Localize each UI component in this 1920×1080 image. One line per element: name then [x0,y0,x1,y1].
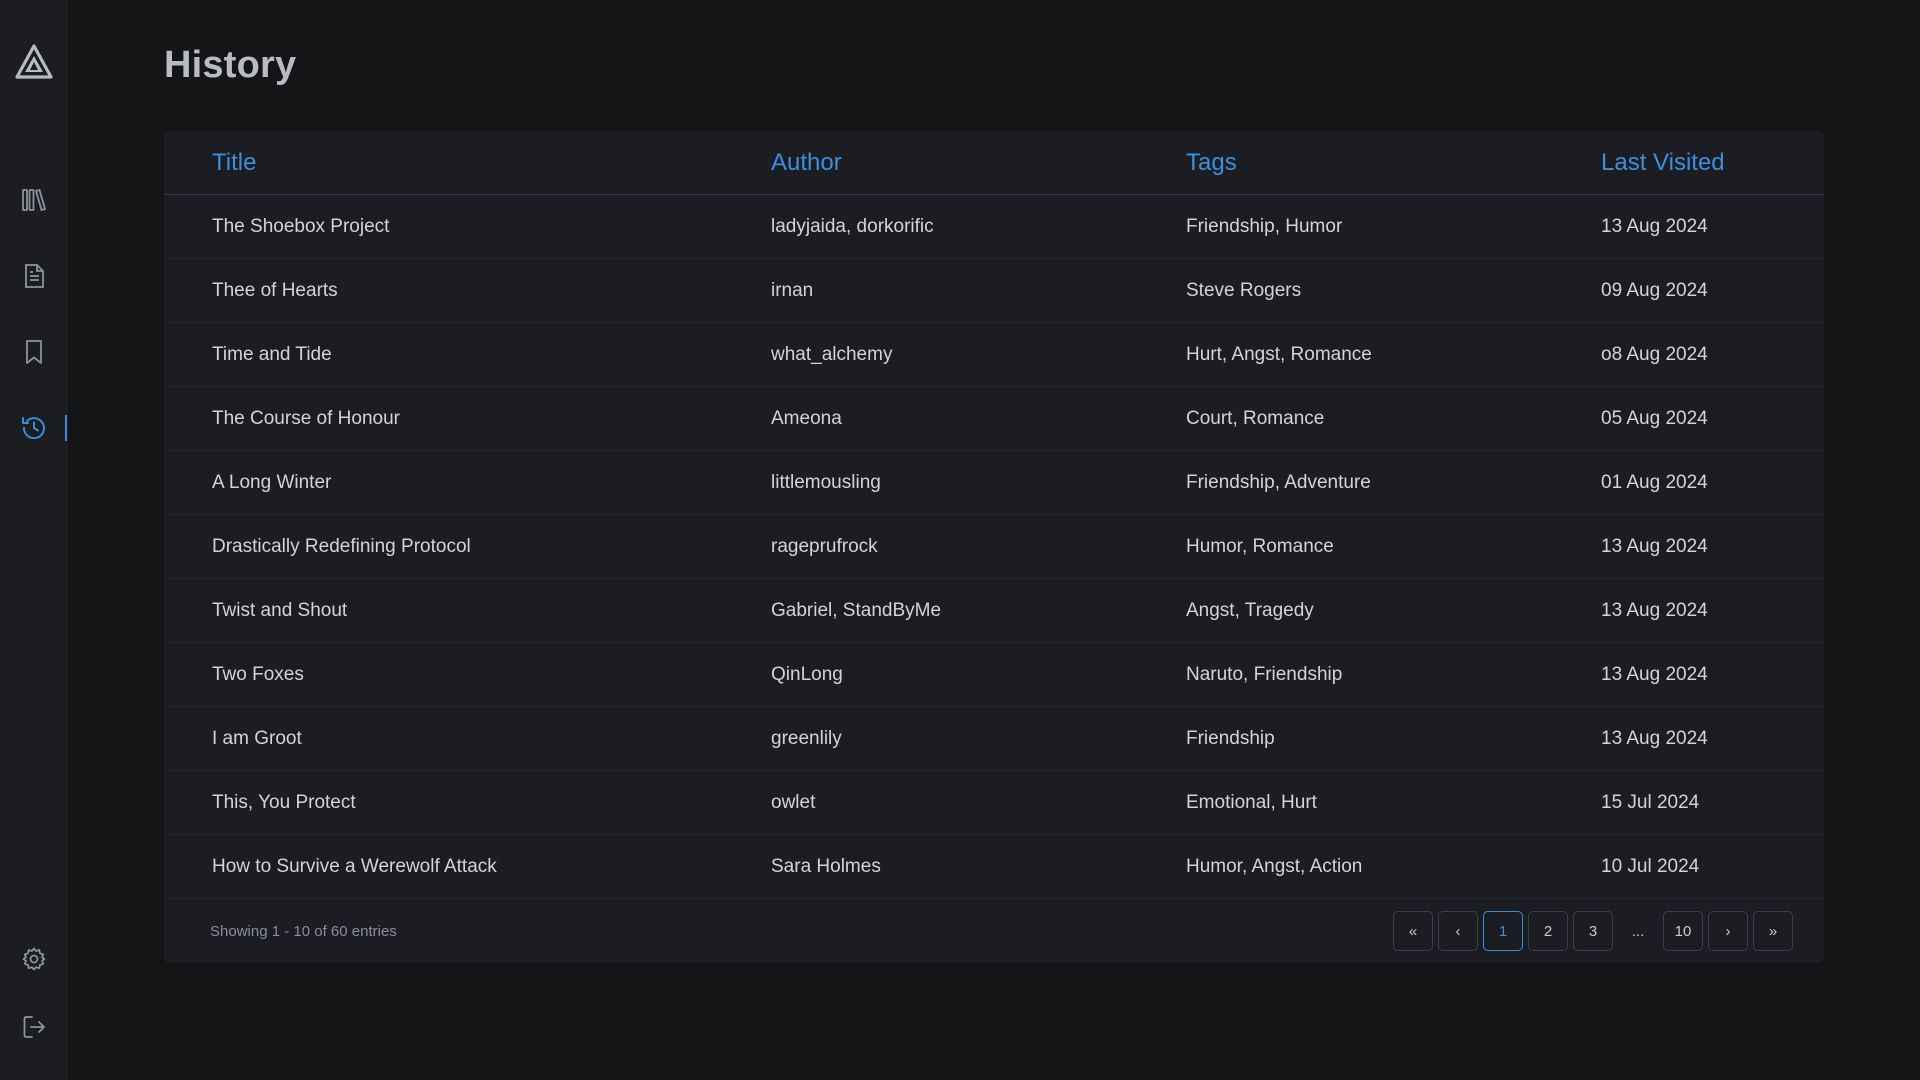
page-button-10[interactable]: 10 [1663,911,1703,951]
cell-author: rageprufrock [771,535,878,557]
table-row[interactable]: Twist and Shout Gabriel, StandByMe Angst, … [164,579,1824,643]
table-row[interactable]: Thee of Hearts irnan Steve Rogers 09 Aug 20… [164,259,1824,323]
cell-tags: Humor, Angst, Action [1186,855,1363,877]
document-icon [20,262,48,290]
cell-author: QinLong [771,663,843,685]
pagination-ellipsis: ... [1631,922,1645,940]
column-header-last-visited[interactable]: Last Visited [1601,149,1725,177]
cell-title[interactable]: The Course of Honour [212,408,400,430]
cell-last-visited: 13 Aug 2024 [1601,599,1708,621]
table-body: The Shoebox Project ladyjaida, dorkorific… [164,195,1824,899]
cell-author: Sara Holmes [771,855,881,877]
next-page-button[interactable]: › [1708,911,1748,951]
cell-author: Gabriel, StandByMe [771,599,942,621]
cell-last-visited: o8 Aug 2024 [1601,343,1708,365]
cell-title[interactable]: Twist and Shout [212,600,347,622]
pagination: « ‹ 1 2 3 ... 10 › » [1393,911,1793,951]
column-header-title[interactable]: Title [212,149,256,177]
cell-last-visited: 13 Aug 2024 [1601,727,1708,749]
cell-title[interactable]: Time and Tide [212,344,332,366]
cell-tags: Angst, Tragedy [1186,599,1314,621]
cell-title[interactable]: The Shoebox Project [212,216,389,238]
cell-tags: Emotional, Hurt [1186,791,1317,813]
cell-title[interactable]: Drastically Redefining Protocol [212,536,471,558]
cell-tags: Court, Romance [1186,407,1325,429]
cell-tags: Friendship [1186,727,1275,749]
sidebar-item-history[interactable] [0,408,68,448]
table-row[interactable]: Two Foxes QinLong Naruto, Friendship 13 Aug… [164,643,1824,707]
page-button-1[interactable]: 1 [1483,911,1523,951]
cell-title[interactable]: A Long Winter [212,472,331,494]
cell-last-visited: 13 Aug 2024 [1601,215,1708,237]
cell-tags: Friendship, Humor [1186,215,1343,237]
cell-author: Ameona [771,407,842,429]
logout-icon [21,1014,47,1040]
cell-title[interactable]: Two Foxes [212,664,304,686]
entries-summary: Showing 1 - 10 of 60 entries [210,922,397,940]
table-row[interactable]: How to Survive a Werewolf Attack Sara Hol… [164,835,1824,899]
cell-author: irnan [771,279,814,301]
table-header: Title Author Tags Last Visited [164,131,1824,195]
cell-title[interactable]: This, You Protect [212,792,356,814]
page-title: History [164,44,297,86]
cell-author: owlet [771,791,816,813]
table-row[interactable]: I am Groot greenlily Friendship 13 Aug 2024 [164,707,1824,771]
column-header-author[interactable]: Author [771,149,842,177]
history-table: Title Author Tags Last Visited The Shoeb… [164,131,1824,963]
cell-last-visited: 15 Jul 2024 [1601,791,1700,813]
cell-tags: Humor, Romance [1186,535,1334,557]
prev-page-button[interactable]: ‹ [1438,911,1478,951]
last-page-button[interactable]: » [1753,911,1793,951]
cell-tags: Friendship, Adventure [1186,471,1371,493]
cell-last-visited: 09 Aug 2024 [1601,279,1708,301]
sidebar [0,0,68,1080]
settings-icon [21,946,47,972]
cell-tags: Hurt, Angst, Romance [1186,343,1372,365]
table-row[interactable]: This, You Protect owlet Emotional, Hurt 15 … [164,771,1824,835]
app-logo-icon[interactable] [14,44,54,84]
cell-last-visited: 01 Aug 2024 [1601,471,1708,493]
cell-last-visited: 10 Jul 2024 [1601,855,1700,877]
table-footer: Showing 1 - 10 of 60 entries « ‹ 1 2 3 .… [164,899,1824,963]
cell-last-visited: 05 Aug 2024 [1601,407,1708,429]
page-button-3[interactable]: 3 [1573,911,1613,951]
sidebar-item-bookmarks[interactable] [0,332,68,372]
bookmark-icon [20,338,48,366]
cell-tags: Naruto, Friendship [1186,663,1343,685]
cell-last-visited: 13 Aug 2024 [1601,535,1708,557]
sidebar-item-documents[interactable] [0,256,68,296]
cell-author: what_alchemy [771,343,893,365]
table-row[interactable]: The Shoebox Project ladyjaida, dorkorific… [164,195,1824,259]
first-page-button[interactable]: « [1393,911,1433,951]
sidebar-item-library[interactable] [0,180,68,220]
table-row[interactable]: The Course of Honour Ameona Court, Romance… [164,387,1824,451]
table-row[interactable]: Time and Tide what_alchemy Hurt, Angst, Ro… [164,323,1824,387]
cell-author: littlemousling [771,471,881,493]
sidebar-item-settings[interactable] [0,939,68,979]
history-icon [19,413,49,443]
sidebar-item-logout[interactable] [0,1007,68,1047]
cell-title[interactable]: I am Groot [212,728,302,750]
cell-title[interactable]: Thee of Hearts [212,280,338,302]
library-icon [20,186,48,214]
cell-author: greenlily [771,727,842,749]
table-row[interactable]: A Long Winter littlemousling Friendship, A… [164,451,1824,515]
cell-tags: Steve Rogers [1186,279,1302,301]
cell-author: ladyjaida, dorkorific [771,215,934,237]
page-button-2[interactable]: 2 [1528,911,1568,951]
cell-title[interactable]: How to Survive a Werewolf Attack [212,856,497,878]
column-header-tags[interactable]: Tags [1186,149,1237,177]
cell-last-visited: 13 Aug 2024 [1601,663,1708,685]
table-row[interactable]: Drastically Redefining Protocol rageprufr… [164,515,1824,579]
